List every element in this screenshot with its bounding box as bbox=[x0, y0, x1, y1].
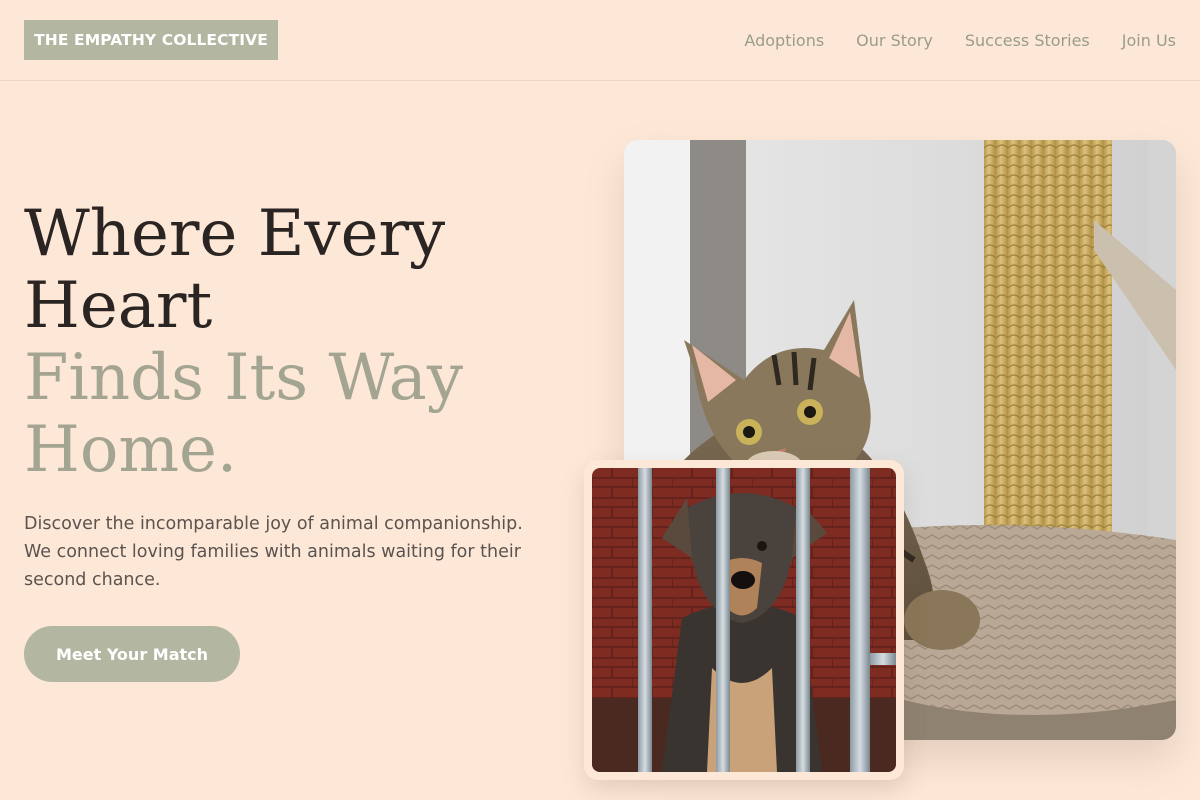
hero-headline: Where Every Heart Finds Its Way Home. bbox=[24, 198, 584, 486]
nav-item-success-stories[interactable]: Success Stories bbox=[965, 31, 1090, 50]
nav-item-our-story[interactable]: Our Story bbox=[856, 31, 933, 50]
headline-line-3: Finds Its Way bbox=[24, 341, 463, 415]
headline-line-4: Home. bbox=[24, 413, 238, 487]
headline-line-1: Where Every bbox=[24, 197, 446, 271]
main-nav: Adoptions Our Story Success Stories Join… bbox=[744, 28, 1176, 52]
nav-item-join-us[interactable]: Join Us bbox=[1122, 31, 1176, 50]
dog-illustration bbox=[592, 468, 896, 772]
dog-photo-card bbox=[584, 460, 904, 780]
dog-photo bbox=[592, 468, 896, 772]
hero-description: Discover the incomparable joy of animal … bbox=[24, 514, 523, 590]
site-header: THE EMPATHY COLLECTIVE Adoptions Our Sto… bbox=[0, 0, 1200, 81]
headline-line-2: Heart bbox=[24, 269, 213, 343]
nav-item-adoptions[interactable]: Adoptions bbox=[744, 31, 824, 50]
meet-your-match-button[interactable]: Meet Your Match bbox=[24, 626, 240, 682]
brand-logo[interactable]: THE EMPATHY COLLECTIVE bbox=[24, 20, 278, 60]
